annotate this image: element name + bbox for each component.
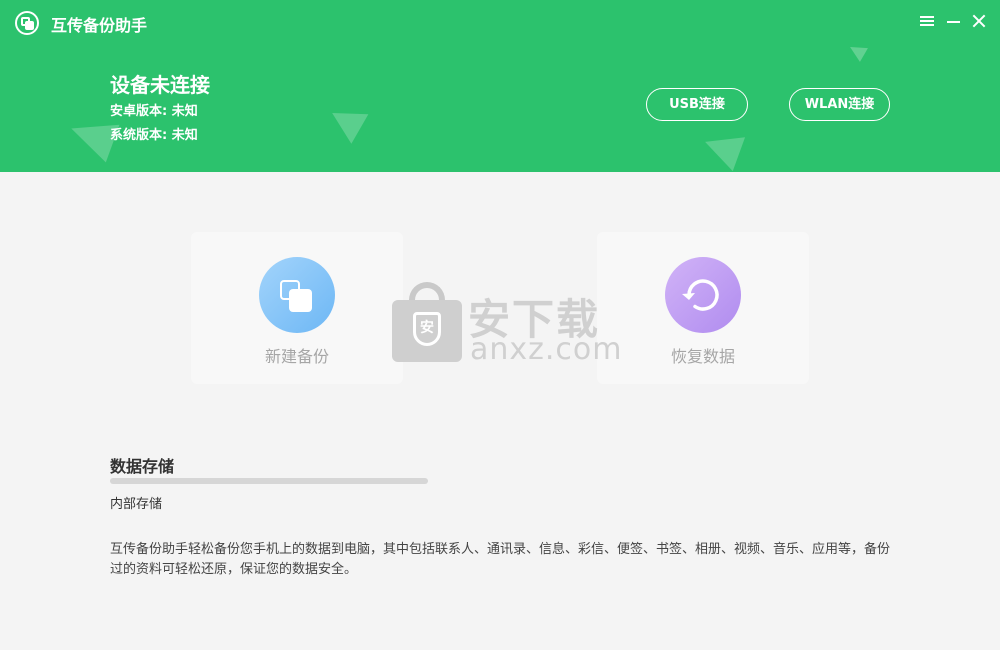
restore-icon — [665, 257, 741, 333]
watermark-badge: 安 — [413, 312, 441, 346]
app-description: 互传备份助手轻松备份您手机上的数据到电脑，其中包括联系人、通讯录、信息、彩信、便… — [110, 542, 891, 577]
storage-title: 数据存储 — [110, 457, 175, 476]
wlan-connect-button[interactable]: WLAN连接 — [789, 88, 890, 121]
decor-triangle — [846, 40, 868, 62]
storage-progress-bar — [110, 478, 428, 484]
watermark-domain: anxz.com — [470, 332, 623, 367]
device-status: 设备未连接 — [110, 73, 210, 97]
watermark-bag-icon: 安 — [392, 282, 462, 362]
system-version: 系统版本: 未知 — [110, 128, 198, 143]
new-backup-card[interactable]: 新建备份 — [191, 232, 403, 384]
new-backup-label: 新建备份 — [264, 347, 329, 366]
usb-connect-button[interactable]: USB连接 — [646, 88, 748, 121]
decor-triangle — [698, 124, 746, 172]
restore-data-label: 恢复数据 — [670, 347, 735, 366]
copy-icon — [259, 257, 335, 333]
header-banner: 互传备份助手 设备未连接 安卓版本: 未知 系统版本: 未知 USB连接 WLA… — [0, 0, 1000, 172]
storage-label: 内部存储 — [110, 497, 163, 512]
app-logo-icon — [15, 11, 39, 35]
minimize-icon[interactable] — [945, 12, 963, 30]
decor-triangle — [323, 98, 369, 144]
close-icon[interactable] — [970, 12, 988, 30]
restore-data-card[interactable]: 恢复数据 — [597, 232, 809, 384]
app-title: 互传备份助手 — [51, 16, 148, 35]
menu-icon[interactable] — [918, 12, 936, 30]
android-version: 安卓版本: 未知 — [110, 104, 198, 119]
